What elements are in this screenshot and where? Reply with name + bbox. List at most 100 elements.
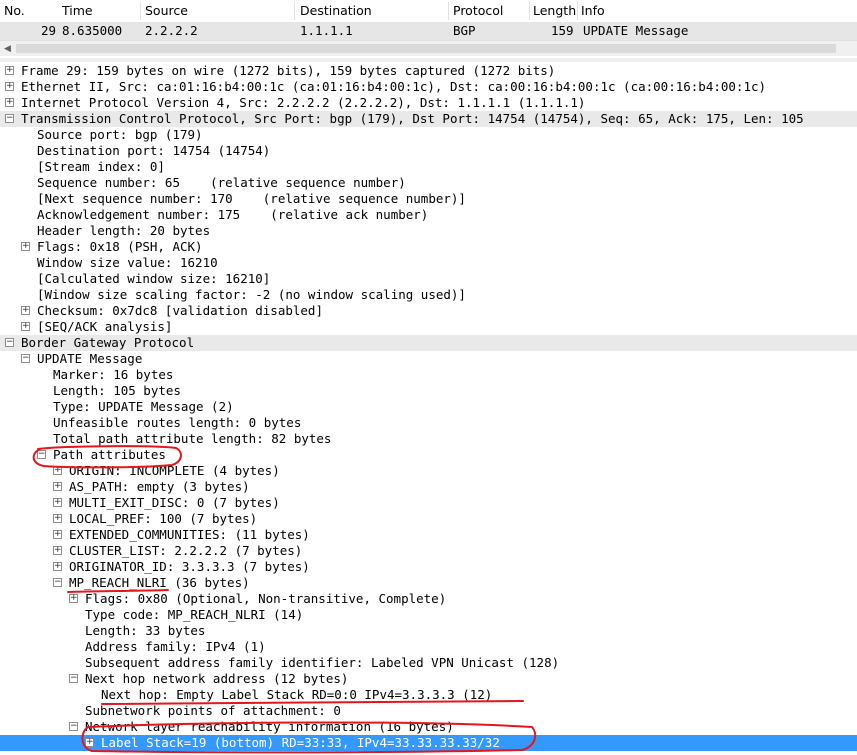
tree-row-tcp-header-length[interactable]: Header length: 20 bytes xyxy=(0,223,857,239)
expand-plus-icon[interactable]: + xyxy=(21,242,30,251)
tree-row-text: EXTENDED_COMMUNITIES: (11 bytes) xyxy=(69,527,310,542)
column-header-info[interactable]: Info xyxy=(581,3,605,18)
column-header-no[interactable]: No. xyxy=(4,3,25,18)
tree-row-mp-address-family[interactable]: Address family: IPv4 (1) xyxy=(0,639,857,655)
expand-plus-icon[interactable]: + xyxy=(5,66,14,75)
tree-row-tcp-source-port[interactable]: Source port: bgp (179) xyxy=(0,127,857,143)
tree-row-ipv4[interactable]: + Internet Protocol Version 4, Src: 2.2.2… xyxy=(0,95,857,111)
expand-plus-icon[interactable]: + xyxy=(5,82,14,91)
tree-row-text: Sequence number: 65 (relative sequence n… xyxy=(37,175,406,190)
tree-row-text: Network layer reachability information (… xyxy=(85,719,454,734)
expand-plus-icon[interactable]: + xyxy=(21,306,30,315)
tree-row-attr-med[interactable]: + MULTI_EXIT_DISC: 0 (7 bytes) xyxy=(0,495,857,511)
tree-row-tcp-seq[interactable]: Sequence number: 65 (relative sequence n… xyxy=(0,175,857,191)
tree-row-text: Address family: IPv4 (1) xyxy=(85,639,266,654)
tree-row-text: MP_REACH_NLRI (36 bytes) xyxy=(69,575,250,590)
expand-plus-icon[interactable]: + xyxy=(53,514,62,523)
tree-row-attr-local-pref[interactable]: + LOCAL_PREF: 100 (7 bytes) xyxy=(0,511,857,527)
tree-row-text: Header length: 20 bytes xyxy=(37,223,211,238)
tree-row-tcp-window-scaling[interactable]: [Window size scaling factor: -2 (no wind… xyxy=(0,287,857,303)
tree-row-text: ORIGINATOR_ID: 3.3.3.3 (7 bytes) xyxy=(69,559,310,574)
tree-row-bgp[interactable]: − Border Gateway Protocol xyxy=(0,335,857,351)
expand-plus-icon[interactable]: + xyxy=(85,738,94,747)
expand-plus-icon[interactable]: + xyxy=(53,530,62,539)
expand-plus-icon[interactable]: + xyxy=(53,546,62,555)
tree-row-mp-safi[interactable]: Subsequent address family identifier: La… xyxy=(0,655,857,671)
collapse-minus-icon[interactable]: − xyxy=(5,338,14,347)
tree-row-bgp-marker[interactable]: Marker: 16 bytes xyxy=(0,367,857,383)
column-header-destination[interactable]: Destination xyxy=(300,3,372,18)
tree-row-mp-type-code[interactable]: Type code: MP_REACH_NLRI (14) xyxy=(0,607,857,623)
tree-row-text: Marker: 16 bytes xyxy=(53,367,174,382)
tree-row-text: Length: 33 bytes xyxy=(85,623,206,638)
tree-row-attr-ext-communities[interactable]: + EXTENDED_COMMUNITIES: (11 bytes) xyxy=(0,527,857,543)
scrollbar-thumb[interactable] xyxy=(16,44,836,53)
tree-row-text: Frame 29: 159 bytes on wire (1272 bits),… xyxy=(21,63,556,78)
expand-plus-icon[interactable]: + xyxy=(21,322,30,331)
packet-no: 29 xyxy=(41,23,57,38)
tree-row-text: Ethernet II, Src: ca:01:16:b4:00:1c (ca:… xyxy=(21,79,767,94)
tree-row-tcp-next-seq[interactable]: [Next sequence number: 170 (relative seq… xyxy=(0,191,857,207)
column-header-source[interactable]: Source xyxy=(145,3,188,18)
tree-row-text: CLUSTER_LIST: 2.2.2.2 (7 bytes) xyxy=(69,543,303,558)
tree-row-text: Checksum: 0x7dc8 [validation disabled] xyxy=(37,303,323,318)
tree-row-mp-next-hop[interactable]: Next hop: Empty Label Stack RD=0:0 IPv4=… xyxy=(0,687,857,703)
expand-plus-icon[interactable]: + xyxy=(53,466,62,475)
tree-row-mp-flags[interactable]: + Flags: 0x80 (Optional, Non-transitive, … xyxy=(0,591,857,607)
tree-row-tcp-stream-index[interactable]: [Stream index: 0] xyxy=(0,159,857,175)
tree-row-bgp-update[interactable]: − UPDATE Message xyxy=(0,351,857,367)
tree-row-tcp[interactable]: − Transmission Control Protocol, Src Port… xyxy=(0,111,857,127)
expand-plus-icon[interactable]: + xyxy=(69,594,78,603)
column-header-length[interactable]: Length xyxy=(533,3,576,18)
tree-row-text: LOCAL_PREF: 100 (7 bytes) xyxy=(69,511,258,526)
tree-row-text: Type code: MP_REACH_NLRI (14) xyxy=(85,607,304,622)
tree-row-tcp-window-size[interactable]: Window size value: 16210 xyxy=(0,255,857,271)
collapse-minus-icon[interactable]: − xyxy=(37,450,46,459)
tree-row-mp-snpa[interactable]: Subnetwork points of attachment: 0 xyxy=(0,703,857,719)
expand-plus-icon[interactable]: + xyxy=(53,482,62,491)
tree-row-tcp-destination-port[interactable]: Destination port: 14754 (14754) xyxy=(0,143,857,159)
tree-row-bgp-total-path-attr-length[interactable]: Total path attribute length: 82 bytes xyxy=(0,431,857,447)
packet-list-horizontal-scrollbar[interactable]: ◀ xyxy=(0,40,857,56)
expand-plus-icon[interactable]: + xyxy=(53,498,62,507)
tree-row-attr-originator-id[interactable]: + ORIGINATOR_ID: 3.3.3.3 (7 bytes) xyxy=(0,559,857,575)
tree-row-bgp-path-attributes[interactable]: − Path attributes xyxy=(0,447,857,463)
tree-row-text: Flags: 0x80 (Optional, Non-transitive, C… xyxy=(85,591,447,606)
collapse-minus-icon[interactable]: − xyxy=(21,354,30,363)
packet-row[interactable]: 29 8.635000 2.2.2.2 1.1.1.1 BGP 159 UPDA… xyxy=(0,22,857,40)
collapse-minus-icon[interactable]: − xyxy=(69,674,78,683)
tree-row-text: Acknowledgement number: 175 (relative ac… xyxy=(37,207,429,222)
tree-row-mp-nlri-label-stack[interactable]: + Label Stack=19 (bottom) RD=33:33, IPv4=… xyxy=(0,735,857,751)
tree-row-mp-next-hop-address[interactable]: − Next hop network address (12 bytes) xyxy=(0,671,857,687)
tree-row-text: Internet Protocol Version 4, Src: 2.2.2.… xyxy=(21,95,586,110)
tree-row-text: UPDATE Message xyxy=(37,351,143,366)
collapse-minus-icon[interactable]: − xyxy=(69,722,78,731)
tree-row-tcp-ack[interactable]: Acknowledgement number: 175 (relative ac… xyxy=(0,207,857,223)
tree-row-bgp-type[interactable]: Type: UPDATE Message (2) xyxy=(0,399,857,415)
tree-row-text: MULTI_EXIT_DISC: 0 (7 bytes) xyxy=(69,495,280,510)
packet-info: UPDATE Message xyxy=(583,23,689,38)
tree-row-tcp-checksum[interactable]: + Checksum: 0x7dc8 [validation disabled] xyxy=(0,303,857,319)
tree-row-frame[interactable]: + Frame 29: 159 bytes on wire (1272 bits)… xyxy=(0,63,857,79)
column-header-protocol[interactable]: Protocol xyxy=(453,3,503,18)
tree-row-ethernet[interactable]: + Ethernet II, Src: ca:01:16:b4:00:1c (ca… xyxy=(0,79,857,95)
tree-row-mp-nlri[interactable]: − Network layer reachability information … xyxy=(0,719,857,735)
tree-row-attr-cluster-list[interactable]: + CLUSTER_LIST: 2.2.2.2 (7 bytes) xyxy=(0,543,857,559)
scroll-left-arrow-icon[interactable]: ◀ xyxy=(4,44,11,54)
tree-row-attr-mp-reach-nlri[interactable]: − MP_REACH_NLRI (36 bytes) xyxy=(0,575,857,591)
pane-divider[interactable] xyxy=(0,58,857,62)
collapse-minus-icon[interactable]: − xyxy=(5,114,14,123)
expand-plus-icon[interactable]: + xyxy=(53,562,62,571)
tree-row-tcp-seq-ack-analysis[interactable]: + [SEQ/ACK analysis] xyxy=(0,319,857,335)
collapse-minus-icon[interactable]: − xyxy=(53,578,62,587)
expand-plus-icon[interactable]: + xyxy=(5,98,14,107)
tree-row-attr-as-path[interactable]: + AS_PATH: empty (3 bytes) xyxy=(0,479,857,495)
tree-row-tcp-flags[interactable]: + Flags: 0x18 (PSH, ACK) xyxy=(0,239,857,255)
tree-row-bgp-length[interactable]: Length: 105 bytes xyxy=(0,383,857,399)
packet-length: 159 xyxy=(551,23,574,38)
tree-row-tcp-calc-window[interactable]: [Calculated window size: 16210] xyxy=(0,271,857,287)
tree-row-mp-length[interactable]: Length: 33 bytes xyxy=(0,623,857,639)
tree-row-attr-origin[interactable]: + ORIGIN: INCOMPLETE (4 bytes) xyxy=(0,463,857,479)
tree-row-bgp-unfeasible-length[interactable]: Unfeasible routes length: 0 bytes xyxy=(0,415,857,431)
column-header-time[interactable]: Time xyxy=(62,3,93,18)
